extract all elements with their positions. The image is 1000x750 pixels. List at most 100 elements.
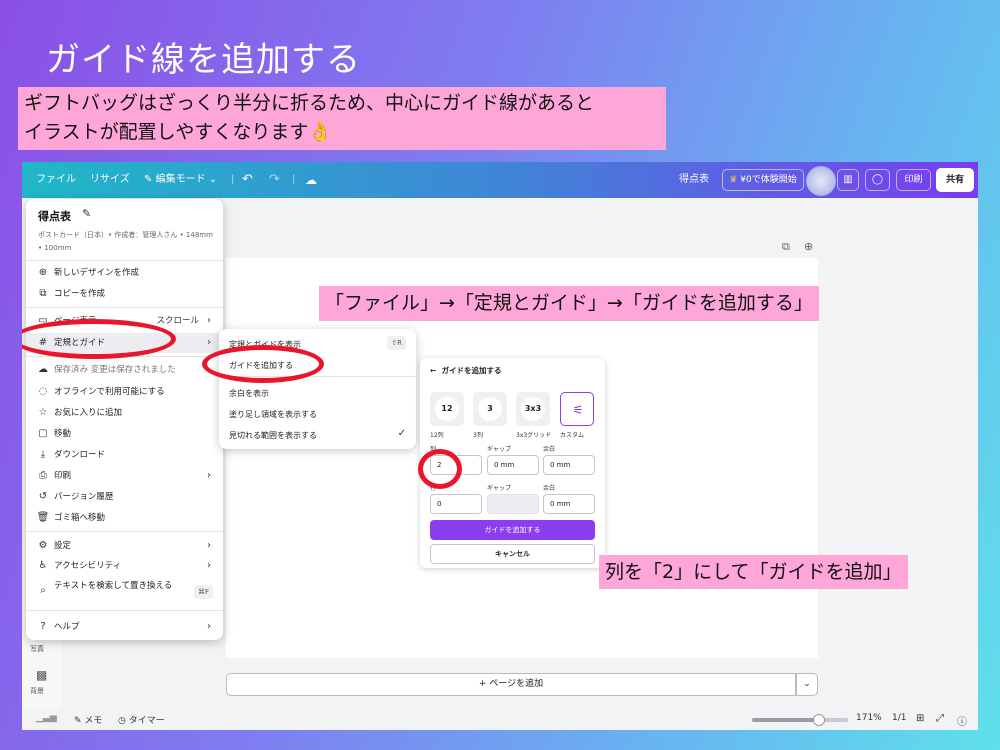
back-arrow-icon[interactable]: ← xyxy=(430,366,436,375)
preset-value: 12 xyxy=(435,397,459,421)
divider xyxy=(26,531,223,532)
preset-label: カスタム xyxy=(560,432,585,439)
note-box: ギフトバッグはざっくり半分に折るため、中心にガイド線があると イラストが配置しや… xyxy=(18,87,666,150)
add-guides-button[interactable]: ガイドを追加する xyxy=(430,520,595,540)
rows-field[interactable]: 0 xyxy=(430,494,482,514)
redo-icon[interactable]: ↷ xyxy=(269,162,280,198)
trial-label: ¥0で体験開始 xyxy=(740,175,797,185)
analytics-icon[interactable]: ▥ xyxy=(837,169,859,191)
file-menu-title[interactable]: 得点表 xyxy=(38,208,71,224)
comment-icon[interactable]: ◯ xyxy=(865,169,890,191)
document-name[interactable]: 得点表 xyxy=(679,162,709,198)
timer-label: タイマー xyxy=(128,716,165,726)
menu-item-help[interactable]: ? ヘルプ › xyxy=(26,617,223,637)
column-gap-label: ギャップ xyxy=(487,446,512,453)
sidebar-item-background[interactable]: 背景 xyxy=(30,686,44,696)
menu-item-move[interactable]: ▢ 移動 xyxy=(26,424,223,444)
gear-icon: ⚙ xyxy=(38,540,48,551)
column-gap-field[interactable]: 0 mm xyxy=(487,455,539,475)
menu-label: アクセシビリティ xyxy=(54,561,122,571)
shortcut-badge: ⇧R xyxy=(387,336,406,350)
background-icon: ▩ xyxy=(36,668,48,682)
help-icon[interactable]: ⓘ xyxy=(957,713,967,728)
print-button[interactable]: 印刷 xyxy=(896,169,931,191)
add-page-button[interactable]: + ページを追加 xyxy=(226,673,796,696)
offline-icon: ◌ xyxy=(38,386,48,397)
shortcut-badge: ⌘F xyxy=(193,585,213,599)
zoom-level[interactable]: 171% xyxy=(856,713,882,723)
menu-label: ダウンロード xyxy=(54,450,106,460)
sliders-icon: ⚟ xyxy=(572,403,584,417)
checkmark-icon: ✓ xyxy=(397,428,406,439)
chevron-down-icon[interactable]: ⌄ xyxy=(796,673,818,696)
row-margin-field[interactable]: 0 mm xyxy=(543,494,595,514)
menu-item-saved: ☁ 保存済み 変更は保存されました xyxy=(26,360,223,380)
stats-icon: ▁▃▅ xyxy=(36,713,57,723)
menu-label: バージョン履歴 xyxy=(54,492,114,502)
grid-view-icon[interactable]: ⊞ xyxy=(916,713,924,724)
callout-menu-path: 「ファイル」→「定規とガイド」→「ガイドを追加する」 xyxy=(319,286,819,321)
cancel-button[interactable]: キャンセル xyxy=(430,544,595,564)
zoom-slider-handle[interactable] xyxy=(813,714,826,726)
memo-label: メモ xyxy=(84,716,103,726)
add-page-icon[interactable]: ⊕ xyxy=(804,240,813,253)
trial-button[interactable]: ♛ ¥0で体験開始 xyxy=(722,169,804,191)
memo-icon: ✎ xyxy=(74,716,82,726)
slide-title: ガイド線を追加する xyxy=(46,40,361,80)
avatar[interactable] xyxy=(806,166,836,196)
menu-item-settings[interactable]: ⚙ 設定 › xyxy=(26,536,223,556)
memo-button[interactable]: ✎ メモ xyxy=(74,713,102,726)
menu-item-favorite[interactable]: ☆ お気に入りに追加 xyxy=(26,403,223,423)
column-margin-field[interactable]: 0 mm xyxy=(543,455,595,475)
cloud-sync-icon[interactable]: ☁ xyxy=(305,162,317,198)
file-menu: 得点表 ✎ ポストカード（日本）• 作成者：管理人さん • 148mm • 10… xyxy=(26,199,223,640)
duplicate-page-icon[interactable]: ⧉ xyxy=(782,240,790,254)
pencil-icon[interactable]: ✎ xyxy=(82,207,91,220)
row-gap-label: ギャップ xyxy=(487,485,512,492)
menu-item-trash[interactable]: 🗑 ゴミ箱へ移動 xyxy=(26,508,223,528)
timer-icon: ◷ xyxy=(118,716,126,726)
undo-icon[interactable]: ↶ xyxy=(242,162,253,198)
search-icon: ⌕ xyxy=(40,585,46,596)
menu-label: テキストを検索して置き換える xyxy=(54,581,173,591)
menu-item-find-replace[interactable]: ⌕ テキストを検索して置き換える ⌘F xyxy=(26,578,223,606)
divider: | xyxy=(231,174,235,185)
chevron-right-icon: › xyxy=(207,470,211,481)
divider xyxy=(26,610,223,611)
menu-item-download[interactable]: ⤓ ダウンロード xyxy=(26,445,223,465)
page-counter[interactable]: 1/1 xyxy=(892,713,906,723)
zoom-slider[interactable] xyxy=(752,714,848,726)
timer-button[interactable]: ◷ タイマー xyxy=(118,713,165,726)
folder-icon: ▢ xyxy=(38,428,48,439)
menu-item-copy[interactable]: ⧉ コピーを作成 xyxy=(26,284,223,304)
top-bar: ファイル リサイズ ✎ 編集モード ⌄ | ↶ ↷ | ☁ 得点表 ♛ ¥0で体… xyxy=(22,162,978,198)
preset-3-columns[interactable]: 3 xyxy=(473,392,507,426)
fullscreen-icon[interactable]: ⤢ xyxy=(936,713,944,724)
submenu-show-margins[interactable]: 余白を表示 xyxy=(229,388,269,399)
divider: | xyxy=(292,174,296,185)
column-margin-label: 余白 xyxy=(543,446,556,453)
menu-item-print[interactable]: ⎙ 印刷 › xyxy=(26,466,223,486)
divider xyxy=(26,260,223,261)
file-menu-button[interactable]: ファイル xyxy=(36,162,76,198)
menu-item-new-design[interactable]: ⊕ 新しいデザインを作成 xyxy=(26,263,223,283)
menu-label: ゴミ箱へ移動 xyxy=(54,513,106,523)
chevron-right-icon: › xyxy=(207,621,211,632)
edit-mode-label: 編集モード xyxy=(155,174,206,185)
preset-3x3-grid[interactable]: 3x3 xyxy=(516,392,550,426)
preset-12-columns[interactable]: 12 xyxy=(430,392,464,426)
submenu-show-bleed[interactable]: 塗り足し領域を表示する xyxy=(229,409,317,420)
chevron-down-icon: ⌄ xyxy=(208,174,218,185)
menu-item-history[interactable]: ↺ バージョン履歴 xyxy=(26,487,223,507)
menu-label: 移動 xyxy=(54,429,72,439)
share-button[interactable]: 共有 xyxy=(936,168,974,192)
preset-custom[interactable]: ⚟ xyxy=(560,392,594,426)
sidebar-item-photos[interactable]: 写真 xyxy=(30,644,44,654)
copy-icon: ⧉ xyxy=(39,288,47,299)
resize-button[interactable]: リサイズ xyxy=(90,162,130,198)
submenu-show-crop[interactable]: 見切れる範囲を表示する xyxy=(229,430,317,441)
menu-item-offline[interactable]: ◌ オフラインで利用可能にする xyxy=(26,382,223,402)
preset-value: 3x3 xyxy=(521,397,545,421)
edit-mode-button[interactable]: ✎ 編集モード ⌄ xyxy=(144,162,217,198)
menu-item-accessibility[interactable]: ♿ アクセシビリティ › xyxy=(26,556,223,576)
